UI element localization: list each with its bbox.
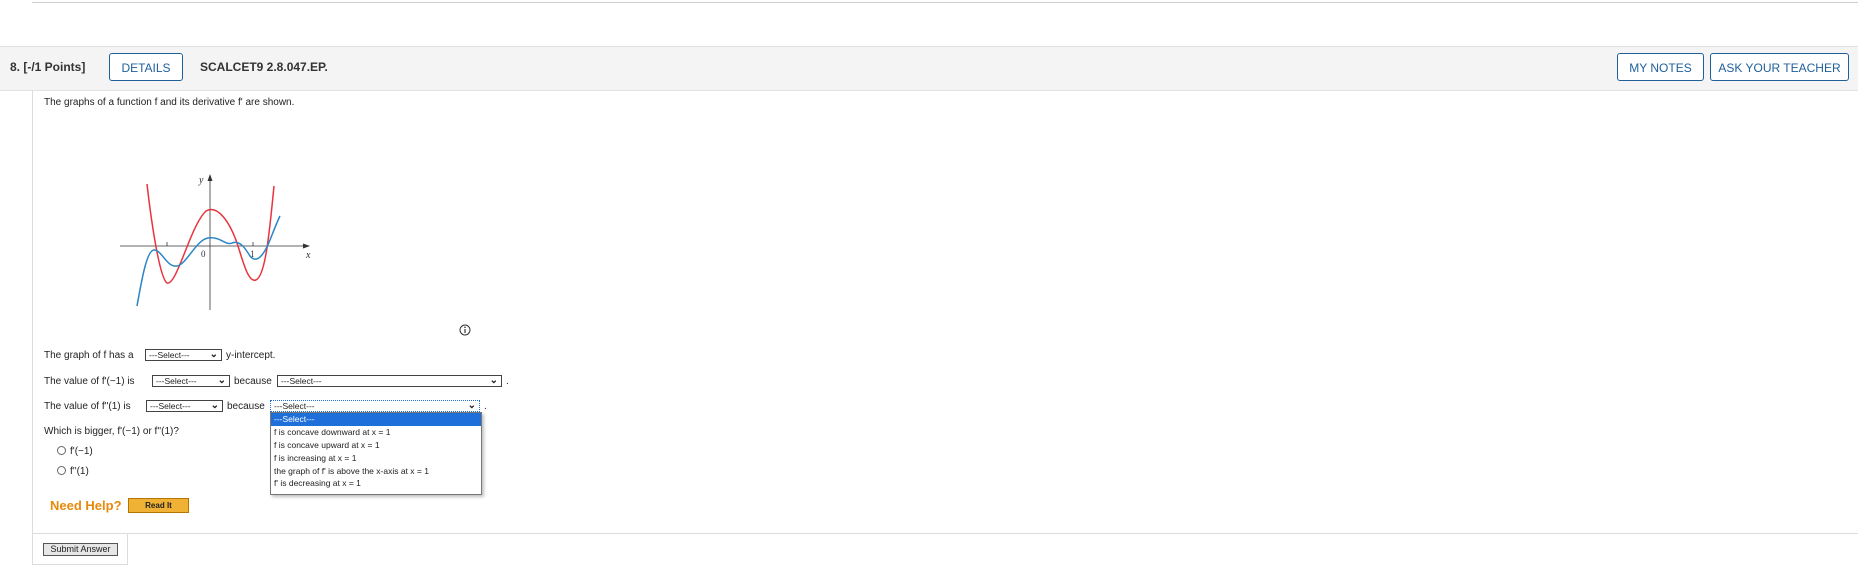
- chevron-down-icon: ⌄: [209, 349, 218, 360]
- x-axis-label: x: [305, 250, 311, 261]
- reason-dropdown-list[interactable]: ---Select--- f is concave downward at x …: [270, 412, 482, 495]
- radio-fprime-minus-one[interactable]: [57, 446, 66, 455]
- ask-your-teacher-button[interactable]: ASK YOUR TEACHER: [1710, 53, 1849, 81]
- my-notes-button[interactable]: MY NOTES: [1617, 53, 1704, 81]
- radio-fdoubleprime-one[interactable]: [57, 466, 66, 475]
- fprime-reason-select-value: ---Select---: [281, 376, 322, 386]
- previous-question-border: [32, 0, 1858, 3]
- fprime-value-select[interactable]: ---Select--- ⌄: [152, 375, 230, 387]
- dropdown-option[interactable]: f is concave downward at x = 1: [271, 426, 481, 439]
- y-axis-arrow: [207, 174, 213, 181]
- submit-answer-button[interactable]: Submit Answer: [43, 543, 118, 556]
- y-axis-label: y: [198, 175, 204, 186]
- intercept-select[interactable]: ---Select--- ⌄: [145, 349, 222, 361]
- fdoubleprime-reason-select-value: ---Select---: [274, 401, 315, 411]
- part3-prefix: The value of f''(1) is: [44, 401, 131, 412]
- function-graph: y x 0 1: [120, 174, 311, 310]
- details-button[interactable]: DETAILS: [109, 53, 183, 81]
- footer-divider: [32, 533, 1858, 534]
- part1-suffix: y-intercept.: [226, 350, 276, 361]
- dropdown-option[interactable]: f is concave upward at x = 1: [271, 439, 481, 452]
- dropdown-option[interactable]: the graph of f' is above the x-axis at x…: [271, 465, 481, 478]
- part2-because: because: [234, 376, 272, 387]
- part1-prefix: The graph of f has a: [44, 350, 134, 361]
- part2-prefix: The value of f'(−1) is: [44, 376, 135, 387]
- question-code: SCALCET9 2.8.047.EP.: [200, 60, 328, 74]
- need-help-label: Need Help?: [50, 498, 122, 513]
- read-it-button[interactable]: Read It: [128, 498, 189, 513]
- question-number: 8. [-/1 Points]: [10, 60, 86, 74]
- fprime-value-select-value: ---Select---: [156, 376, 197, 386]
- origin-label: 0: [201, 249, 206, 259]
- fdoubleprime-value-select[interactable]: ---Select--- ⌄: [146, 400, 223, 412]
- part3-because: because: [227, 401, 265, 412]
- fdoubleprime-reason-select[interactable]: ---Select--- ⌄: [270, 400, 480, 412]
- compare-question: Which is bigger, f'(−1) or f''(1)?: [44, 426, 179, 437]
- chevron-down-icon: ⌄: [210, 400, 219, 411]
- radio-label-fprime-minus-one: f'(−1): [70, 446, 93, 457]
- x-axis-arrow: [303, 243, 310, 249]
- dropdown-option[interactable]: f is increasing at x = 1: [271, 452, 481, 465]
- info-icon[interactable]: [459, 324, 471, 336]
- f-curve: [146, 183, 275, 284]
- content-left-border: [32, 90, 33, 565]
- fdoubleprime-value-select-value: ---Select---: [150, 401, 191, 411]
- intercept-select-value: ---Select---: [149, 350, 190, 360]
- part2-suffix: .: [506, 376, 509, 387]
- chevron-down-icon: ⌄: [467, 400, 476, 411]
- part3-suffix: .: [484, 401, 487, 412]
- dropdown-option[interactable]: ---Select---: [271, 413, 481, 426]
- chevron-down-icon: ⌄: [489, 375, 498, 386]
- question-intro: The graphs of a function f and its deriv…: [44, 97, 295, 108]
- fprime-reason-select[interactable]: ---Select--- ⌄: [277, 375, 502, 387]
- dropdown-option[interactable]: f' is decreasing at x = 1: [271, 477, 481, 490]
- chevron-down-icon: ⌄: [217, 375, 226, 386]
- radio-label-fdoubleprime-one: f''(1): [70, 466, 89, 477]
